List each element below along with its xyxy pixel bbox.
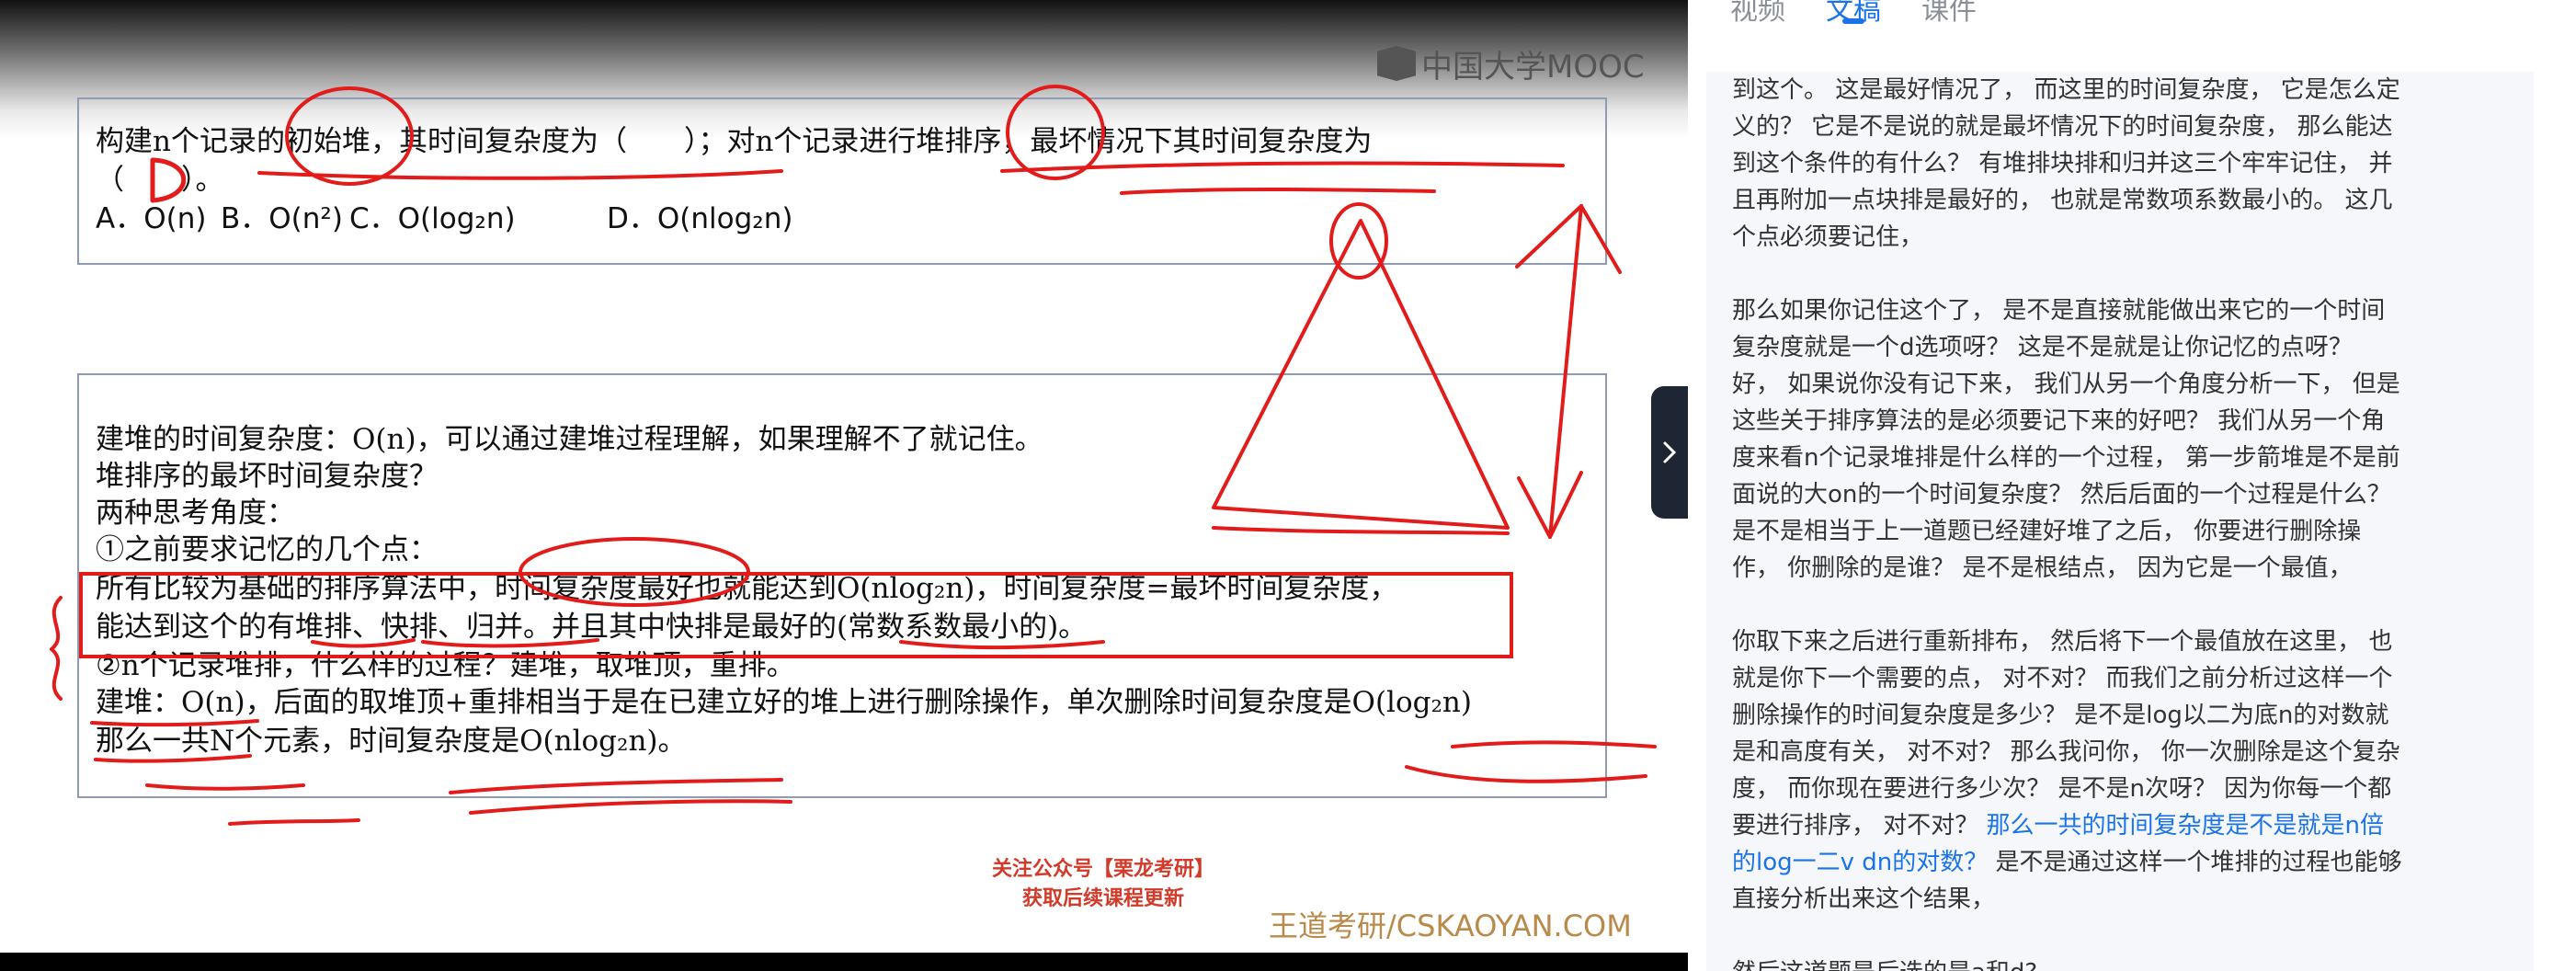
promo-line-1: 关注公众号【栗龙考研】 [991, 858, 1214, 881]
transcript-line: 好， 如果说你没有记下来， 我们从另一个角度分析一下， 但是 [1732, 371, 2400, 398]
transcript-text: 要进行排序， 对不对？ [1732, 812, 1987, 840]
transcript-line: 义的？ 它是不是说的就是最坏情况下的时间复杂度， 那么能达 [1732, 113, 2393, 141]
current-sentence-highlight[interactable]: 那么一共的时间复杂度是不是就是n倍 [1987, 812, 2384, 840]
circle-heap-top [1329, 202, 1388, 280]
circle-time-complexity [519, 537, 750, 607]
double-arrow-top [1515, 204, 1622, 274]
scribble-3 [449, 778, 783, 794]
video-bottom-bar [0, 953, 1688, 971]
transcript-area[interactable]: 到这个。 这是最好情况了， 而这里的时间复杂度， 它是怎么定 义的？ 它是不是说… [1706, 72, 2534, 971]
transcript-line: 要进行排序， 对不对？ 那么一共的时间复杂度是不是就是n倍 [1732, 807, 2512, 844]
transcript-line: 是不是相当于上一道题已经建好堆了之后， 你要进行删除操 [1732, 518, 2362, 545]
underline-question-1 [257, 169, 783, 180]
scribble-2 [228, 818, 360, 826]
video-player[interactable]: 中国大学MOOC 构建n个记录的初始堆，其时间复杂度为（ ）；对n个记录进行堆排… [0, 0, 1688, 971]
transcript-line: 你取下来之后进行重新排布， 然后将下一个最值放在这里， 也 [1732, 628, 2393, 656]
transcript-line: 那么如果你记住这个了， 是不是直接就能做出来它的一个时间 [1732, 297, 2386, 325]
transcript-line: 然后这道题是后选的是a和d? [1732, 954, 2512, 971]
answer-d-letter [150, 157, 187, 203]
handwriting-annotations [50, 85, 1657, 826]
transcript-line: 且再附加一点块排是最好的， 也就是常数项系数最小的。 这几 [1732, 187, 2393, 214]
underline-total [94, 754, 252, 763]
promo-line-2: 获取后续课程更新 [1021, 887, 1184, 910]
underline-heap [311, 638, 416, 648]
circle-initial-heap [285, 86, 414, 186]
scribble-4 [469, 799, 792, 815]
scribble-1 [145, 783, 305, 791]
tab-video[interactable]: 视频 [1730, 0, 1785, 28]
underline-coeff [899, 640, 1105, 650]
transcript-line: 删除操作的时间复杂度是多少？ 是不是log以二为底n的对数就 [1732, 702, 2389, 729]
watermark: 王道考研/CSKAOYAN.COM [1269, 908, 1632, 943]
tab-courseware[interactable]: 课件 [1921, 0, 1977, 28]
active-tab-indicator [1842, 18, 1864, 24]
transcript-line: 到这个条件的有什么？ 有堆排块排和归并这三个牢牢记住， 并 [1732, 150, 2393, 177]
underline-quick [421, 638, 599, 648]
circle-heap-sort [1006, 85, 1105, 180]
scribble-6 [1405, 765, 1647, 783]
transcript-paragraph-2: 那么如果你记住这个了， 是不是直接就能做出来它的一个时间 复杂度就是一个d选项呀… [1706, 292, 2534, 587]
transcript-line: 的log一二v dn的对数？ 是不是通过这样一个堆排的过程也能够 [1732, 844, 2512, 881]
transcript-line: 度来看n个记录堆排是什么样的一个过程， 第一步箭堆是不是前 [1732, 444, 2400, 472]
chevron-right-icon [1663, 441, 1677, 463]
transcript-paragraph-4: 然后这道题是后选的是a和d? [1706, 954, 2534, 971]
underline-question-3 [1120, 188, 1436, 195]
scribble-5 [1451, 740, 1657, 748]
transcript-paragraph-1: 到这个。 这是最好情况了， 而这里的时间复杂度， 它是怎么定 义的？ 它是不是说… [1706, 72, 2534, 256]
transcript-text: 是不是通过这样一个堆排的过程也能够 [1988, 849, 2402, 876]
transcript-line: 度， 而你现在要进行多少次？ 是不是n次呀？ 因为你每一个都 [1732, 775, 2392, 803]
underline-build [90, 719, 259, 727]
transcript-line: 面说的大on的一个时间复杂度？ 然后后面的一个过程是什么？ [1732, 481, 2391, 508]
current-sentence-highlight[interactable]: 的log一二v dn的对数？ [1732, 849, 1988, 876]
transcript-line: 就是你下一个需要的点， 对不对？ 而我们之前分析过这样一个 [1732, 665, 2393, 692]
tab-transcript[interactable]: 文稿 [1826, 0, 1881, 28]
transcript-line: 这些关于排序算法的是必须要记下来的好吧？ 我们从另一个角 [1732, 407, 2386, 435]
tab-bar: 视频 文稿 课件 [1730, 0, 1977, 28]
transcript-line: 到这个。 这是最好情况了， 而这里的时间复杂度， 它是怎么定 [1732, 76, 2400, 104]
transcript-paragraph-3: 你取下来之后进行重新排布， 然后将下一个最值放在这里， 也 就是你下一个需要的点… [1706, 623, 2534, 918]
panel-toggle-button[interactable] [1651, 386, 1688, 519]
double-arrow-shaft [1548, 204, 1583, 539]
brace-mark [50, 596, 63, 701]
side-panel: 视频 文稿 课件 到这个。 这是最好情况了， 而这里的时间复杂度， 它是怎么定 … [1688, 0, 2576, 971]
transcript-line: 复杂度就是一个d选项呀？ 这是不是就是让你记忆的点呀？ [1732, 334, 2353, 361]
transcript-line: 个点必须要记住， [1732, 223, 1924, 251]
triangle-base [1212, 526, 1510, 535]
transcript-line: 是和高度有关， 对不对？ 那么我问你， 你一次删除是这个复杂 [1732, 738, 2400, 766]
triangle-heap [1212, 219, 1510, 530]
transcript-line: 直接分析出来这个结果， [1732, 885, 1996, 913]
promo-text: 关注公众号【栗龙考研】 获取后续课程更新 [975, 855, 1232, 914]
transcript-line: 作， 你删除的是谁？ 是不是根结点， 因为它是一个最值， [1732, 554, 2353, 582]
